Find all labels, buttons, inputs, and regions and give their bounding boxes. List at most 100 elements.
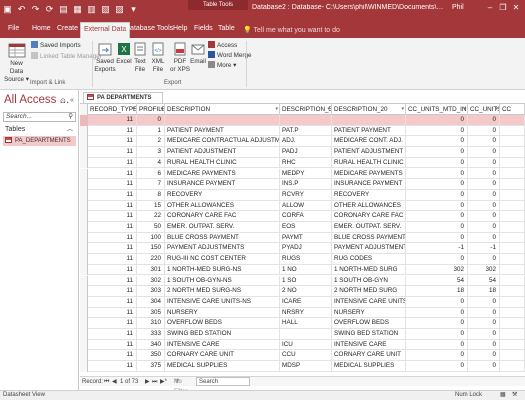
- cell-cc[interactable]: [500, 339, 525, 351]
- cell-cc-units[interactable]: 0: [468, 179, 500, 190]
- saved-imports-button[interactable]: Saved Imports: [31, 41, 81, 50]
- tab-table[interactable]: Table: [216, 23, 237, 38]
- close-button[interactable]: ✕: [510, 2, 522, 14]
- cell-description-20[interactable]: PATIENT PAYMENT: [332, 125, 406, 137]
- cell-profile[interactable]: 301: [137, 264, 165, 276]
- cell-record-type[interactable]: 11: [88, 189, 137, 201]
- cell-cc[interactable]: [500, 296, 525, 308]
- cell-record-type[interactable]: 11: [88, 275, 137, 287]
- cell-profile[interactable]: 305: [137, 307, 165, 319]
- cell-description-5[interactable]: 1 SO: [280, 275, 332, 287]
- cell-cc-units[interactable]: 54: [468, 275, 500, 287]
- cell-description[interactable]: PATIENT PAYMENT: [165, 125, 280, 137]
- cell-cc[interactable]: [500, 115, 525, 126]
- cell-description-5[interactable]: RHC: [280, 157, 332, 169]
- cell-description-5[interactable]: [280, 115, 332, 126]
- cell-description-20[interactable]: OTHER ALLOWANCES: [332, 200, 406, 212]
- table-row[interactable]: 11 7 INSURANCE PAYMENT INS.P INSURANCE PAYME…: [80, 179, 525, 190]
- row-selector[interactable]: [80, 168, 88, 180]
- cell-cc-units-mtd-in[interactable]: 0: [406, 350, 468, 362]
- row-selector[interactable]: [80, 211, 88, 222]
- cell-description-5[interactable]: CCU: [280, 350, 332, 362]
- cell-profile[interactable]: 3: [137, 147, 165, 158]
- cell-cc-units[interactable]: 0: [468, 329, 500, 340]
- cell-description-5[interactable]: EOS: [280, 222, 332, 233]
- cell-description-5[interactable]: HALL: [280, 318, 332, 329]
- undo-icon[interactable]: ↶: [16, 3, 27, 15]
- cell-cc-units[interactable]: 0: [468, 136, 500, 148]
- cell-description-20[interactable]: RECOVERY: [332, 189, 406, 201]
- cell-cc-units[interactable]: 0: [468, 318, 500, 329]
- export-text-file-button[interactable]: Text File: [133, 41, 147, 74]
- cell-cc-units-mtd-in[interactable]: 0: [406, 157, 468, 169]
- cell-cc-units-mtd-in[interactable]: 0: [406, 179, 468, 190]
- cell-cc-units[interactable]: 0: [468, 222, 500, 233]
- column-filter-dropdown-icon[interactable]: ▾: [463, 104, 466, 115]
- cell-profile[interactable]: 375: [137, 361, 165, 372]
- table-row[interactable]: 11 350 CORNARY CARE UNIT CCU CORNARY CARE UN…: [80, 350, 525, 362]
- cell-description-5[interactable]: PADJ: [280, 147, 332, 158]
- cell-description-5[interactable]: PAYMT: [280, 232, 332, 244]
- cell-cc[interactable]: [500, 147, 525, 158]
- select-all-corner[interactable]: [80, 104, 88, 115]
- cell-cc-units[interactable]: 0: [468, 147, 500, 158]
- cell-profile[interactable]: 0: [137, 115, 165, 126]
- cell-cc[interactable]: [500, 157, 525, 169]
- row-selector[interactable]: [80, 232, 88, 244]
- cell-cc[interactable]: [500, 350, 525, 362]
- table-row[interactable]: 11 4 RURAL HEALTH CLINIC RHC RURAL HEALTH CL…: [80, 157, 525, 169]
- cell-description-20[interactable]: RUG CODES: [332, 254, 406, 265]
- cell-cc[interactable]: [500, 179, 525, 190]
- table-row[interactable]: 11 100 BLUE CROSS PAYMENT PAYMT BLUE CROSS P…: [80, 232, 525, 244]
- nav-menu-icon[interactable]: ⊙: [60, 97, 66, 105]
- cell-cc-units[interactable]: 0: [468, 168, 500, 180]
- cell-description[interactable]: 2 NORTH MED SURG-NS: [165, 286, 280, 297]
- cell-cc-units[interactable]: 0: [468, 125, 500, 137]
- table-row[interactable]: 11 22 CORONARY CARE FAC CORFA CORONARY CARE …: [80, 211, 525, 222]
- cell-description[interactable]: PATIENT ADJUSTMENT: [165, 147, 280, 158]
- cell-description[interactable]: [165, 115, 280, 126]
- cell-description[interactable]: MEDICARE PAYMENTS: [165, 168, 280, 180]
- cell-cc-units[interactable]: 0: [468, 254, 500, 265]
- cell-record-type[interactable]: 11: [88, 222, 137, 233]
- table-row[interactable]: 11 302 1 SOUTH OB-GYN-NS 1 SO 1 SOUTH OB-GYN…: [80, 275, 525, 287]
- row-selector[interactable]: [80, 318, 88, 329]
- cell-description-5[interactable]: INS.P: [280, 179, 332, 190]
- column-header-profile[interactable]: PROFILE ▾: [137, 104, 165, 115]
- row-selector[interactable]: [80, 125, 88, 137]
- cell-profile[interactable]: 7: [137, 179, 165, 190]
- cell-description-5[interactable]: RUGS: [280, 254, 332, 265]
- cell-cc[interactable]: [500, 243, 525, 255]
- row-selector[interactable]: [80, 286, 88, 297]
- column-filter-dropdown-icon[interactable]: ▾: [495, 104, 498, 115]
- cell-description-5[interactable]: MDSP: [280, 361, 332, 372]
- next-record-button[interactable]: ▶: [145, 377, 150, 387]
- record-position-input[interactable]: 1 of 73: [120, 377, 138, 387]
- table-row[interactable]: 11 50 EMER. OUTPAT. SERV. EOS EMER. OUTPAT. …: [80, 222, 525, 233]
- column-header-cc-units[interactable]: CC_UNITS ▾: [468, 104, 500, 115]
- row-selector[interactable]: [80, 157, 88, 169]
- cell-description-20[interactable]: RURAL HEALTH CLINIC: [332, 157, 406, 169]
- cell-description[interactable]: OTHER ALLOWANCES: [165, 200, 280, 212]
- column-header-description[interactable]: DESCRIPTION ▾: [165, 104, 280, 115]
- cell-profile[interactable]: 302: [137, 275, 165, 287]
- table-row[interactable]: 11 301 1 NORTH-MED SURG-NS 1 NO 1 NORTH-MED …: [80, 264, 525, 276]
- cell-description-20[interactable]: 1 SOUTH OB-GYN: [332, 275, 406, 287]
- print-icon[interactable]: ▤: [58, 3, 69, 15]
- column-header-record-type[interactable]: RECORD_TYPE ▾: [88, 104, 137, 115]
- form-icon[interactable]: ▧: [100, 3, 111, 15]
- cell-cc-units-mtd-in[interactable]: 18: [406, 286, 468, 297]
- cell-description-20[interactable]: INTENSIVE CARE UNITS: [332, 296, 406, 308]
- cell-cc-units[interactable]: 18: [468, 286, 500, 297]
- cell-description[interactable]: MEDICAL SUPPLIES: [165, 361, 280, 372]
- export-email-button[interactable]: Email: [190, 41, 206, 66]
- cell-description-20[interactable]: SWING BED STATION: [332, 329, 406, 340]
- user-name[interactable]: Phil: [452, 4, 464, 11]
- cell-description-20[interactable]: CORONARY CARE FAC: [332, 211, 406, 222]
- tab-help[interactable]: Help: [171, 23, 189, 38]
- table-icon[interactable]: ▦: [72, 3, 83, 15]
- cell-description[interactable]: RECOVERY: [165, 189, 280, 201]
- column-header-description-20[interactable]: DESCRIPTION_20 ▾: [332, 104, 406, 115]
- cell-cc-units-mtd-in[interactable]: 0: [406, 136, 468, 148]
- cell-cc-units[interactable]: 0: [468, 296, 500, 308]
